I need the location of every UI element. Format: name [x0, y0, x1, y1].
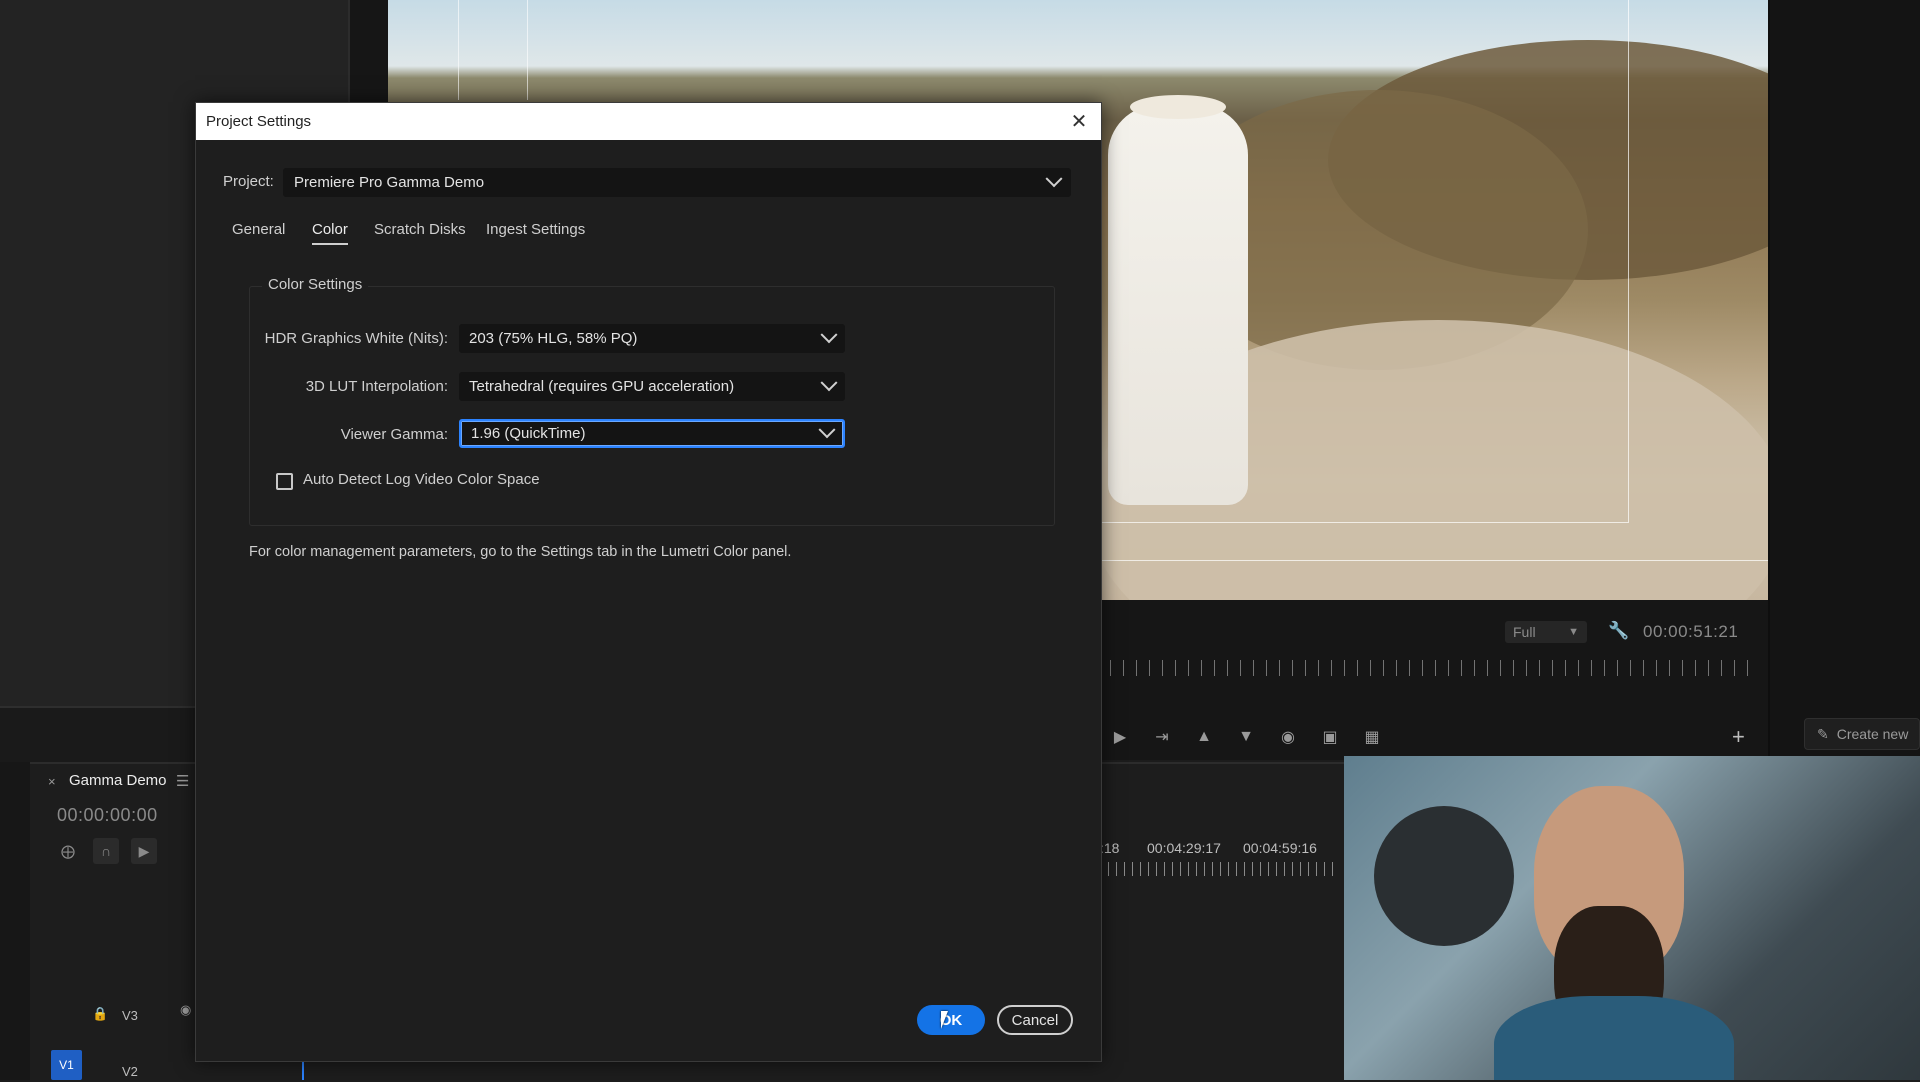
chevron-down-icon [818, 420, 836, 438]
wrench-icon[interactable]: 🔧 [1608, 621, 1629, 641]
color-settings-group-title: Color Settings [262, 276, 369, 293]
cancel-button[interactable]: Cancel [997, 1005, 1073, 1035]
create-new-button[interactable]: ✎ Create new [1804, 718, 1920, 750]
tab-scratch-disks[interactable]: Scratch Disks [374, 221, 466, 238]
tab-color[interactable]: Color [312, 221, 348, 245]
chevron-down-icon [1045, 169, 1063, 187]
create-new-label: Create new [1836, 726, 1909, 742]
hdr-graphics-white-select[interactable]: 203 (75% HLG, 58% PQ) [459, 324, 845, 353]
color-management-info: For color management parameters, go to t… [249, 544, 792, 560]
chevron-down-icon: ▼ [1568, 626, 1579, 638]
timeline-ruler-label: 00:04:29:17 [1147, 840, 1221, 856]
timeline-ruler-label: :18 [1100, 840, 1120, 856]
track-target-v1[interactable]: V1 [51, 1050, 82, 1080]
extract-icon[interactable]: ▼ [1234, 726, 1258, 748]
project-label: Project: [223, 173, 274, 190]
playback-resolution-select[interactable]: Full ▼ [1505, 621, 1587, 643]
create-new-icon: ✎ [1817, 725, 1829, 742]
safe-margin-guide-left [458, 0, 528, 100]
viewer-gamma-select[interactable]: 1.96 (QuickTime) [459, 419, 845, 448]
add-button-icon[interactable]: + [1732, 724, 1745, 750]
play-icon[interactable]: ▶ [1108, 726, 1132, 748]
project-settings-dialog: Project Settings ✕ Project: Premiere Pro… [195, 102, 1102, 1062]
comparison-view-icon[interactable]: ▣ [1318, 726, 1342, 748]
ok-button[interactable]: OK [917, 1005, 985, 1035]
timeline-ruler-label: 00:04:59:16 [1243, 840, 1317, 856]
color-settings-group [249, 286, 1055, 526]
right-panel [1768, 0, 1920, 760]
program-timecode: 00:00:51:21 [1643, 622, 1739, 641]
viewer-gamma-value: 1.96 (QuickTime) [471, 425, 586, 442]
lock-icon[interactable]: 🔒 [92, 1006, 108, 1022]
transport-controls: ▶ ⇥ ▲ ▼ ◉ ▣ ▦ [1108, 724, 1384, 750]
timeline-tools: ⨁ ∩ ▶ [55, 838, 157, 864]
chevron-down-icon [820, 373, 838, 391]
project-select-value: Premiere Pro Gamma Demo [294, 174, 485, 191]
tab-ingest-settings[interactable]: Ingest Settings [486, 221, 585, 238]
lift-icon[interactable]: ▲ [1192, 726, 1216, 748]
track-label-v2: V2 [122, 1064, 138, 1079]
dialog-title: Project Settings [206, 113, 312, 130]
snap-icon[interactable]: ∩ [93, 838, 119, 864]
close-icon[interactable]: ✕ [1065, 108, 1093, 134]
timeline-tab[interactable]: Gamma Demo [69, 772, 167, 789]
hdr-graphics-white-value: 203 (75% HLG, 58% PQ) [469, 330, 638, 347]
lut-interpolation-select[interactable]: Tetrahedral (requires GPU acceleration) [459, 372, 845, 401]
tab-general[interactable]: General [232, 221, 285, 238]
camera-icon[interactable]: ◉ [1276, 726, 1300, 748]
timeline-ruler[interactable] [1100, 862, 1340, 876]
eye-icon[interactable]: ◉ [180, 1002, 191, 1018]
track-label-v3: V3 [122, 1008, 138, 1023]
nest-icon[interactable]: ⨁ [55, 838, 81, 864]
viewer-gamma-label: Viewer Gamma: [340, 426, 448, 443]
playback-resolution-value: Full [1513, 624, 1536, 640]
safe-margins-icon[interactable]: ▦ [1360, 726, 1384, 748]
lut-interpolation-label: 3D LUT Interpolation: [305, 378, 448, 395]
presenter-webcam [1344, 756, 1920, 1080]
timeline-timecode[interactable]: 00:00:00:00 [57, 805, 158, 826]
presenter-shirt [1494, 996, 1734, 1080]
auto-detect-log-label[interactable]: Auto Detect Log Video Color Space [303, 471, 540, 488]
program-time-ruler[interactable] [1110, 660, 1760, 676]
softbox-shape [1374, 806, 1514, 946]
lut-interpolation-value: Tetrahedral (requires GPU acceleration) [469, 378, 735, 395]
hamburger-menu-icon[interactable]: ☰ [176, 772, 189, 790]
dialog-titlebar: Project Settings ✕ [196, 103, 1101, 140]
close-tab-icon[interactable]: × [48, 774, 56, 789]
mouse-cursor-icon [941, 1011, 948, 1029]
tools-gutter [0, 762, 30, 1080]
auto-detect-log-checkbox[interactable] [276, 473, 293, 490]
linked-selection-icon[interactable]: ▶ [131, 838, 157, 864]
project-select[interactable]: Premiere Pro Gamma Demo [283, 168, 1071, 197]
chevron-down-icon [820, 325, 838, 343]
step-forward-icon[interactable]: ⇥ [1150, 726, 1174, 748]
hdr-graphics-white-label: HDR Graphics White (Nits): [264, 330, 448, 347]
